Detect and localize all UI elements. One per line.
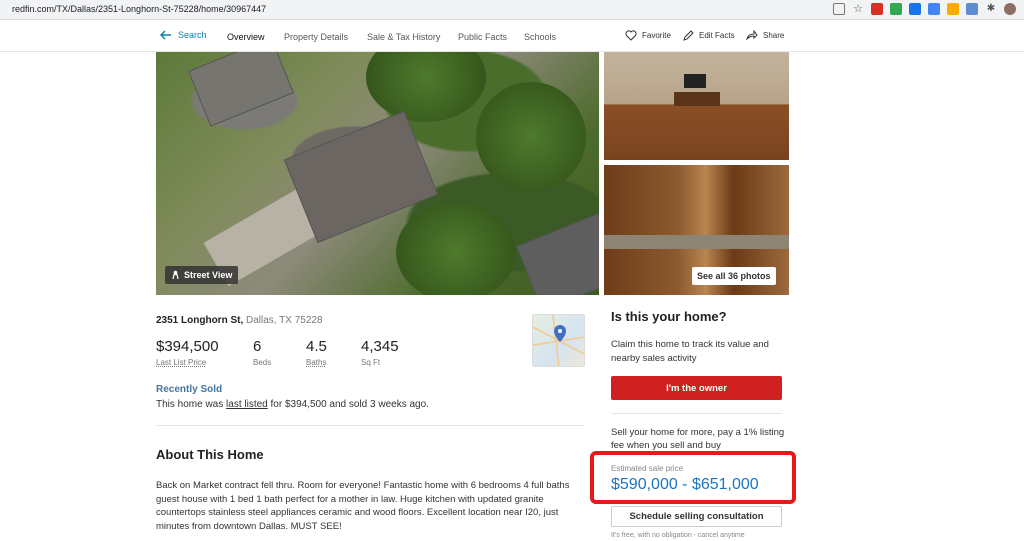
bookmark-star-icon[interactable]: ☆ [852, 3, 864, 15]
edit-facts-label: Edit Facts [699, 31, 735, 40]
price-stat: $394,500 Last List Price [156, 338, 219, 367]
price-value: $394,500 [156, 338, 219, 355]
map-pin-icon [533, 315, 584, 366]
im-the-owner-button[interactable]: I'm the owner [611, 376, 782, 400]
tab-schools[interactable]: Schools [524, 32, 556, 42]
beds-value: 6 [253, 338, 262, 355]
tab-overview[interactable]: Overview [227, 32, 265, 42]
back-label: Search [178, 30, 207, 40]
living-room-photo[interactable] [604, 52, 789, 160]
translate-extension-icon[interactable] [966, 3, 978, 15]
favorite-label: Favorite [642, 31, 671, 40]
heart-icon [625, 30, 637, 41]
share-button[interactable]: Share [746, 30, 784, 40]
edit-facts-button[interactable]: Edit Facts [683, 30, 735, 41]
tab-property-details[interactable]: Property Details [284, 32, 348, 42]
photo-furniture [674, 92, 720, 106]
map-thumbnail[interactable] [532, 314, 585, 367]
photo-tv [684, 74, 706, 88]
owner-panel-title: Is this your home? [611, 309, 727, 324]
arrow-left-icon [160, 30, 171, 40]
sell-promo-text: Sell your home for more, pay a 1% listin… [611, 427, 785, 451]
sold-text-pre: This home was [156, 399, 227, 410]
no-obligation-note: It's free, with no obligation - cancel a… [611, 532, 745, 539]
profile-avatar[interactable] [1004, 3, 1016, 15]
sqft-stat: 4,345 Sq Ft [361, 338, 399, 367]
divider [611, 413, 782, 414]
favorite-button[interactable]: Favorite [625, 30, 671, 41]
street-view-label: Street View [184, 270, 233, 280]
owner-panel-description: Claim this home to track its value and n… [611, 339, 769, 364]
photo-tree [366, 52, 486, 122]
photo-countertop [604, 235, 789, 249]
tab-sale-tax-history[interactable]: Sale & Tax History [367, 32, 440, 42]
address: 2351 Longhorn St, Dallas, TX 75228 [156, 315, 323, 326]
tab-public-facts[interactable]: Public Facts [458, 32, 507, 42]
property-nav: Search Overview Property Details Sale & … [0, 21, 1024, 52]
browser-bar: redfin.com/TX/Dallas/2351-Longhorn-St-75… [0, 0, 1024, 20]
sqft-value: 4,345 [361, 338, 399, 355]
share-page-icon[interactable] [833, 3, 845, 15]
puzzle-extensions-icon[interactable]: ✱ [985, 3, 997, 15]
share-arrow-icon [746, 30, 758, 40]
baths-stat: 4.5 Baths [306, 338, 327, 367]
divider [156, 425, 585, 426]
sold-text-post: for $394,500 and sold 3 weeks ago. [267, 399, 429, 410]
estimated-sale-price-value: $590,000 - $651,000 [611, 476, 759, 493]
schedule-consultation-button[interactable]: Schedule selling consultation [611, 506, 782, 527]
gmail-extension-icon[interactable] [871, 3, 883, 15]
last-listed-link[interactable]: last listed [226, 399, 268, 410]
see-all-photos-button[interactable]: See all 36 photos [692, 267, 776, 285]
price-label[interactable]: Last List Price [156, 358, 219, 367]
extension-icon[interactable] [928, 3, 940, 15]
extension-icon[interactable] [890, 3, 902, 15]
extension-icon[interactable] [947, 3, 959, 15]
street-address: 2351 Longhorn St, [156, 315, 244, 326]
photo-neighbor-roof [516, 212, 599, 295]
estimated-sale-price-box: Estimated sale price $590,000 - $651,000 [590, 451, 796, 504]
extension-icon[interactable] [909, 3, 921, 15]
beds-label: Beds [253, 358, 272, 367]
browser-toolbar: ☆ ✱ [833, 3, 1016, 15]
photo-tree [396, 202, 516, 295]
person-pin-icon [172, 270, 179, 280]
address-bar[interactable]: redfin.com/TX/Dallas/2351-Longhorn-St-75… [12, 4, 266, 14]
back-to-search[interactable]: Search [160, 30, 207, 40]
city-state-zip: Dallas, TX 75228 [246, 315, 323, 326]
about-description: Back on Market contract fell thru. Room … [156, 480, 570, 532]
beds-stat: 6 Beds [253, 338, 271, 367]
photo-neighbor-roof [188, 52, 294, 127]
photo-tree [476, 82, 586, 192]
pencil-icon [683, 30, 694, 41]
baths-value: 4.5 [306, 338, 327, 355]
sold-summary: This home was last listed for $394,500 a… [156, 399, 429, 410]
street-view-button[interactable]: Street View [165, 266, 239, 284]
about-heading: About This Home [156, 447, 264, 462]
status-label: Recently Sold [156, 384, 223, 395]
share-label: Share [763, 30, 785, 40]
estimated-sale-price-label: Estimated sale price [611, 464, 684, 473]
sqft-label: Sq Ft [361, 358, 381, 367]
main-photo[interactable]: Street View [156, 52, 599, 295]
baths-label[interactable]: Baths [306, 358, 327, 367]
